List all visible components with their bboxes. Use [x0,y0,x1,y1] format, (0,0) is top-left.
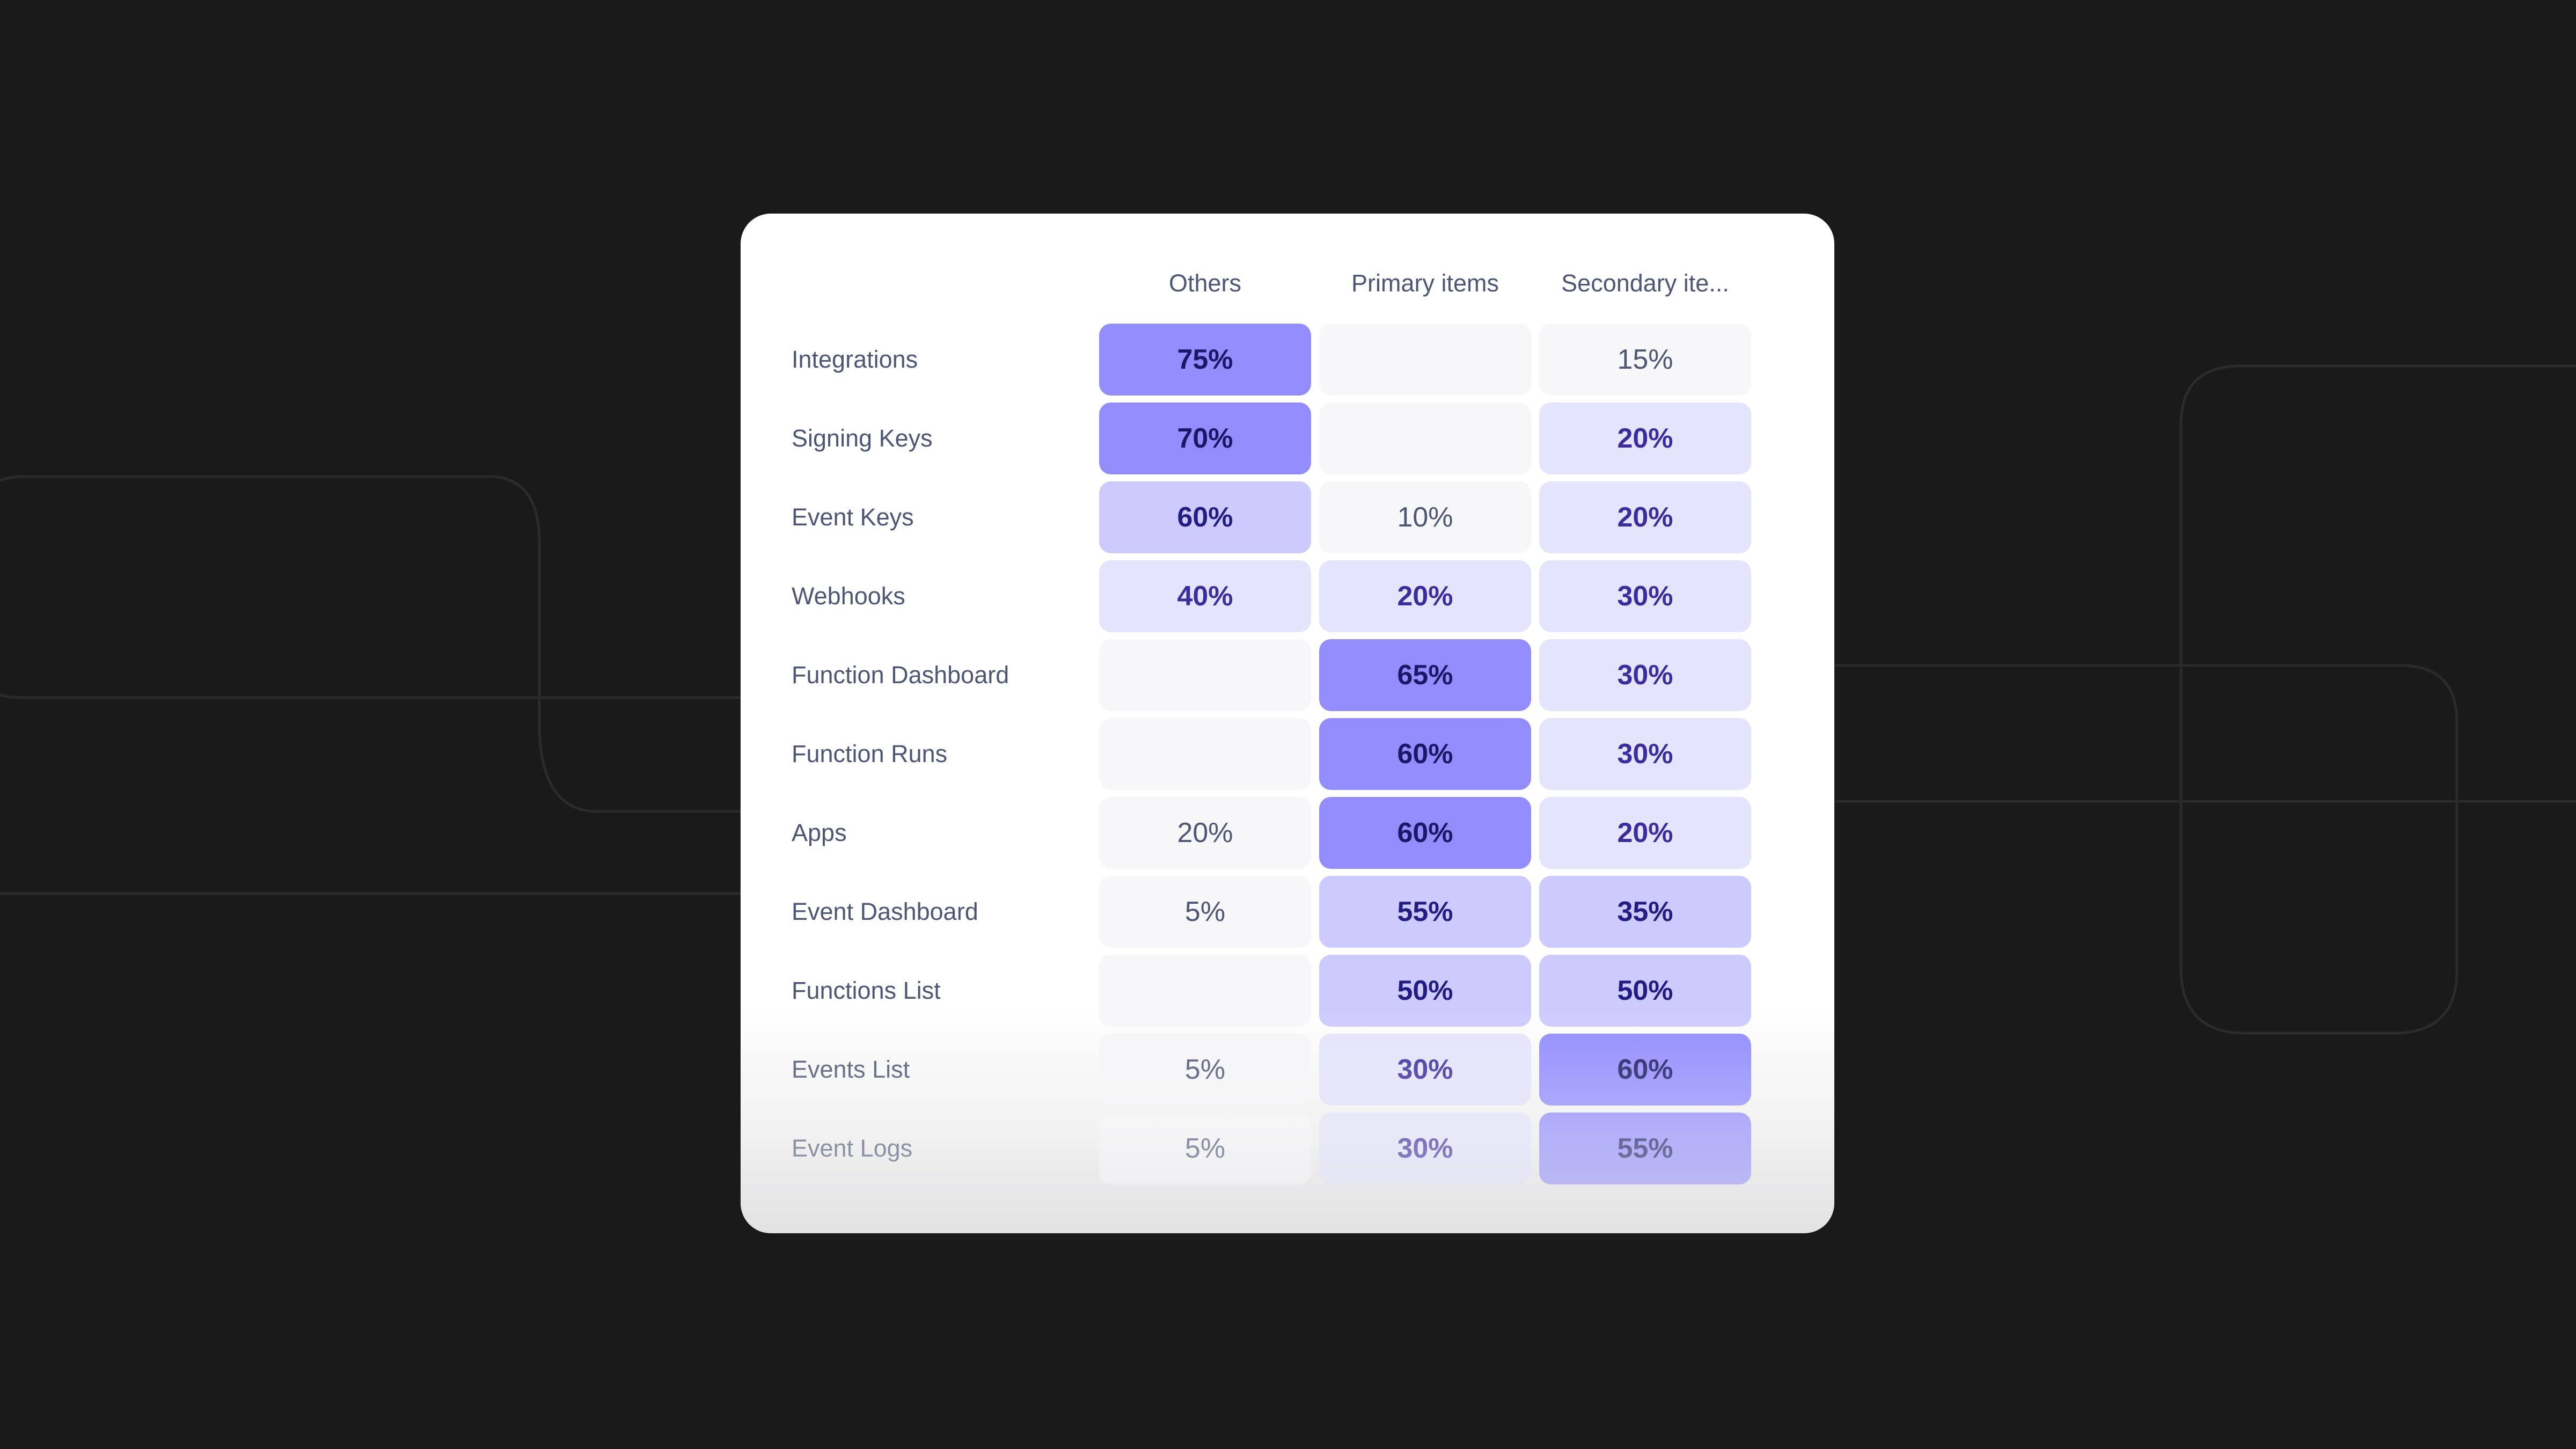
row-label: Events List [792,1056,910,1083]
heatmap-cell: 70% [1099,402,1311,474]
heatmap-cell [1319,324,1531,396]
heatmap-cell [1099,639,1311,711]
heatmap-cell: 50% [1319,955,1531,1027]
row-label: Webhooks [792,582,905,610]
heatmap-cell: 60% [1099,481,1311,553]
heatmap-cell: 30% [1319,1034,1531,1106]
heatmap-cell: 20% [1539,402,1751,474]
heatmap-cell [1319,402,1531,474]
heatmap-cell: 20% [1539,481,1751,553]
bg-line [1835,364,2576,1035]
heatmap-cell: 75% [1099,324,1311,396]
heatmap-cell: 30% [1539,718,1751,790]
heatmap-cell: 60% [1319,718,1531,790]
heatmap-cell: 30% [1319,1113,1531,1184]
row-label: Functions List [792,977,941,1004]
heatmap-cell: 55% [1539,1113,1751,1184]
heatmap-cell: 20% [1099,797,1311,869]
heatmap-cell: 55% [1319,876,1531,948]
heatmap-cell: 35% [1539,876,1751,948]
heatmap-cell: 5% [1099,876,1311,948]
heatmap-cell: 5% [1099,1034,1311,1106]
row-label: Signing Keys [792,425,933,452]
bg-line [0,693,751,699]
row-label: Apps [792,819,847,846]
heatmap-cell [1099,955,1311,1027]
heatmap-cell: 50% [1539,955,1751,1027]
row-label: Function Runs [792,740,948,767]
row-label: Integrations [792,346,918,373]
column-header: Primary items [1351,269,1499,297]
bg-line [0,475,751,813]
heatmap-cell: 20% [1539,797,1751,869]
heatmap-cell: 40% [1099,560,1311,632]
heatmap-cell: 30% [1539,639,1751,711]
heatmap-cell: 65% [1319,639,1531,711]
heatmap-cell: 30% [1539,560,1751,632]
heatmap-card: Others Primary items Secondary ite... Inte… [741,214,1834,1233]
heatmap-cell: 15% [1539,324,1751,396]
heatmap-cell [1099,718,1311,790]
heatmap-cell: 20% [1319,560,1531,632]
heatmap-cell: 60% [1539,1034,1751,1106]
row-label: Function Dashboard [792,661,1009,689]
heatmap-cell: 60% [1319,797,1531,869]
heatmap-cell: 5% [1099,1113,1311,1184]
row-label: Event Logs [792,1135,913,1162]
heatmap-cell: 10% [1319,481,1531,553]
column-header: Secondary ite... [1561,269,1729,297]
row-label: Event Dashboard [792,898,978,925]
column-header: Others [1168,269,1242,297]
row-label: Event Keys [792,503,914,531]
